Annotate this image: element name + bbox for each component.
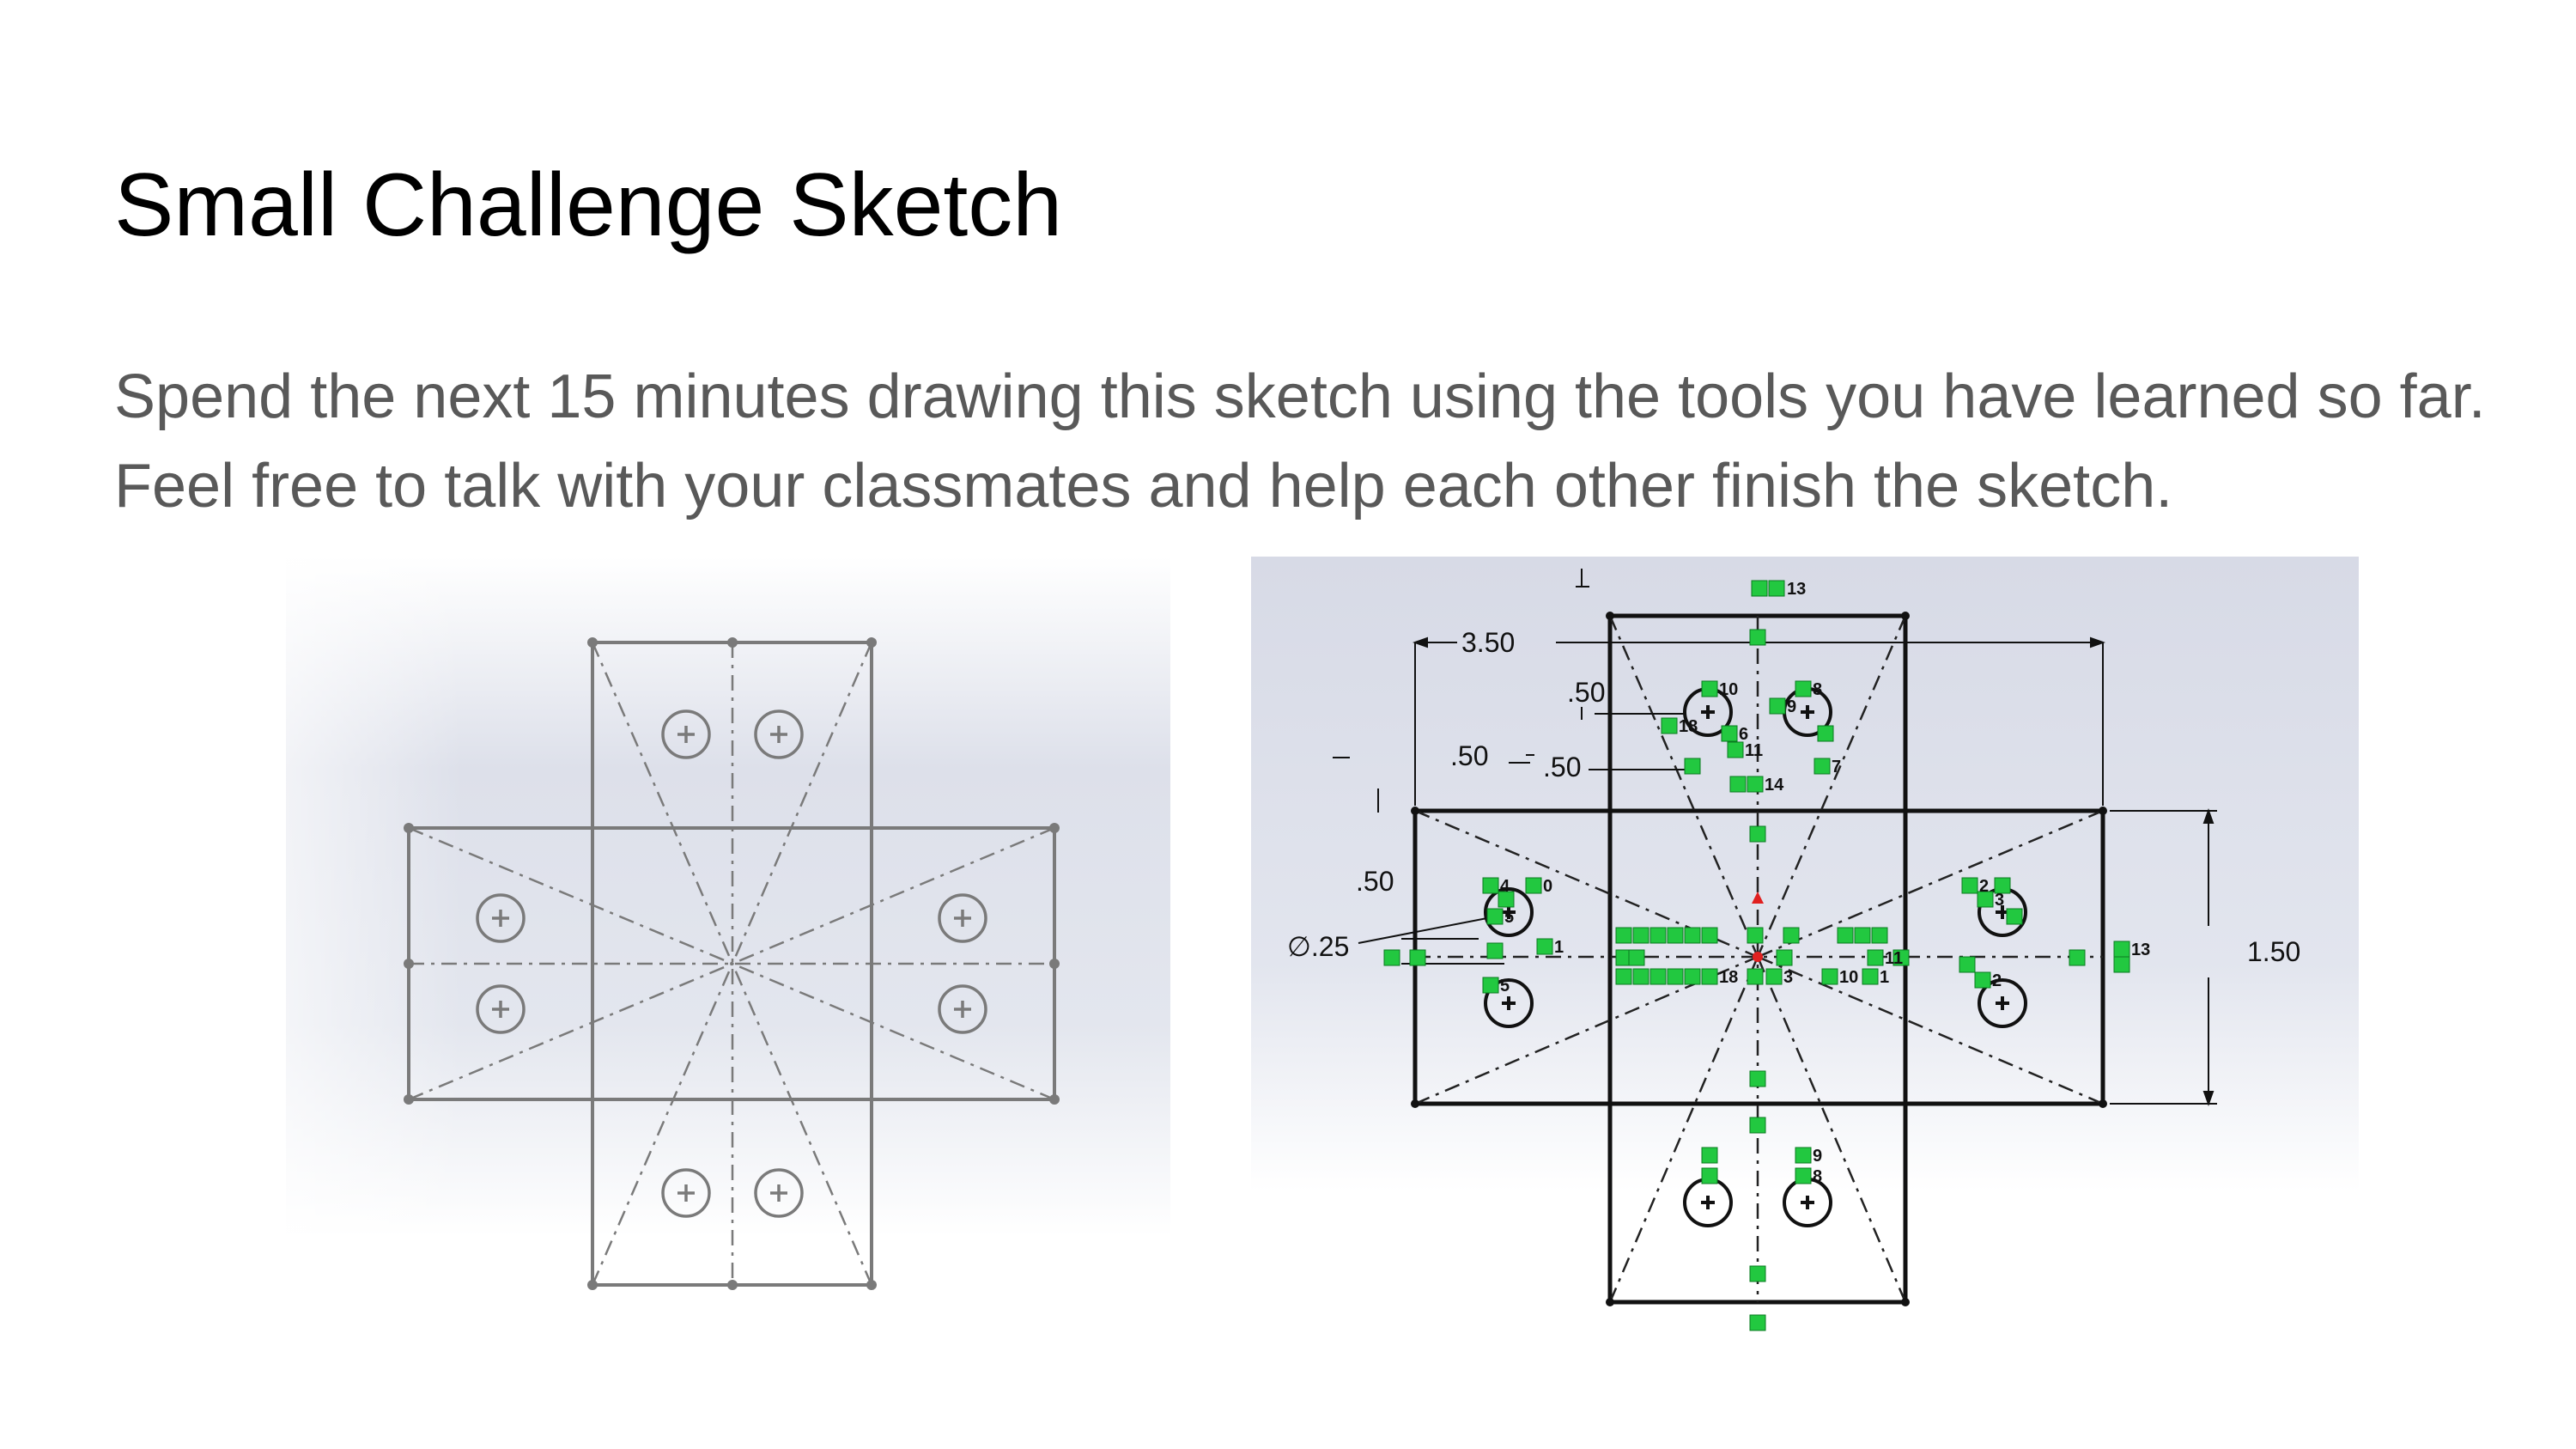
relation-label: 18 [1719, 968, 1738, 987]
relation-label: 8 [1813, 680, 1822, 699]
dimension-overall-width: 3.50 [1461, 627, 1515, 658]
dimensioned-sketch-image: 3.50 1.50 .50 .50 .50 .50 ∅.25 13 10 8 9… [1251, 557, 2359, 1371]
relation-label: 5 [1504, 908, 1514, 927]
slide-title: Small Challenge Sketch [114, 155, 1063, 255]
relation-label: 4 [1500, 877, 1510, 896]
relation-label: 1 [1554, 938, 1564, 957]
relation-label: 18 [1679, 717, 1698, 736]
relation-label: 13 [1787, 580, 1806, 599]
slide-instructions: Spend the next 15 minutes drawing this s… [114, 362, 2486, 521]
relation-label: 2 [1992, 971, 2002, 990]
relation-label: 8 [1813, 1167, 1822, 1186]
relation-label: 9 [1813, 1147, 1822, 1166]
dimension-hole-spacing: .50 [1543, 752, 1581, 782]
relation-label: 14 [1765, 776, 1784, 795]
relation-label: 3 [1783, 968, 1793, 987]
dimension-hole-offset: .50 [1356, 866, 1394, 897]
relation-label: 2 [1979, 877, 1989, 896]
relation-label: 11 [1885, 949, 1903, 968]
dimension-arm-width: 1.50 [2247, 936, 2300, 967]
dimension-arm-length: .50 [1450, 740, 1488, 771]
relation-label: 10 [1719, 680, 1738, 699]
relation-label: 1 [1880, 968, 1889, 987]
dimension-hole-diameter: ∅.25 [1287, 931, 1349, 962]
dimension-hole-edge: .50 [1567, 677, 1605, 708]
relation-label: 11 [1745, 741, 1763, 760]
relation-label: 5 [1500, 977, 1510, 995]
relation-label: 9 [1787, 697, 1796, 716]
relation-label: 0 [1543, 877, 1552, 896]
relation-label: 13 [2131, 941, 2150, 959]
relation-label: 3 [1995, 891, 2004, 910]
reference-sketch-image [286, 557, 1170, 1407]
relation-label: 10 [1839, 968, 1858, 987]
relation-label: 7 [1832, 758, 1841, 776]
